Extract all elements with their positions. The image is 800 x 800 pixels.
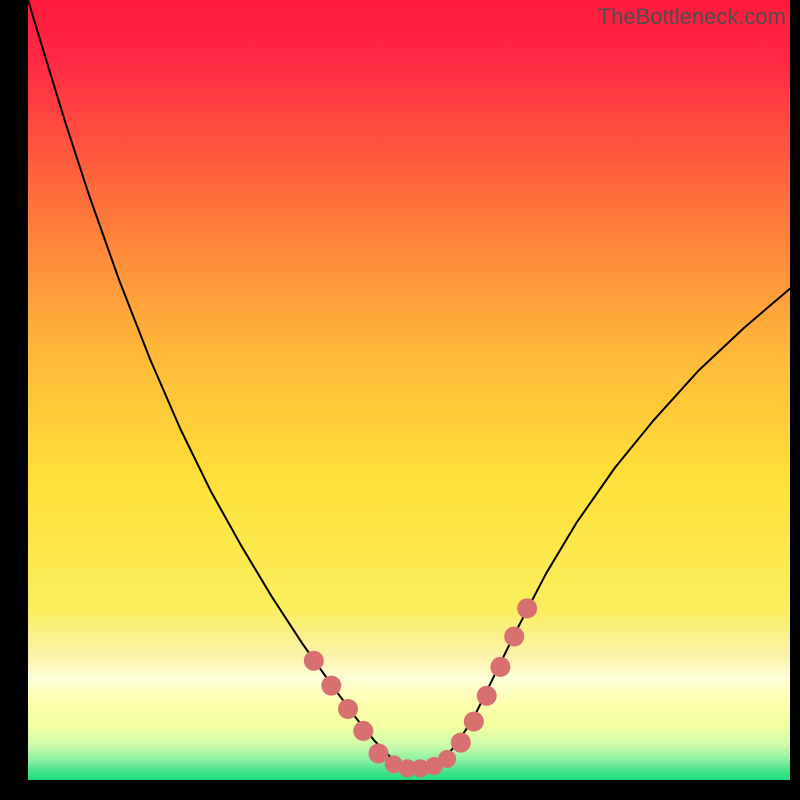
marker-dot (369, 744, 389, 764)
marker-dot (321, 676, 341, 696)
marker-dot (438, 750, 456, 768)
marker-dot (517, 598, 537, 618)
marker-dot (451, 733, 471, 753)
marker-dot (490, 657, 510, 677)
marker-dot (353, 721, 373, 741)
watermark-text: TheBottleneck.com (598, 6, 786, 28)
marker-dot (504, 627, 524, 647)
marker-dot (477, 686, 497, 706)
plot-background (28, 0, 790, 780)
marker-dot (338, 699, 358, 719)
marker-dot (304, 651, 324, 671)
marker-dot (464, 712, 484, 732)
